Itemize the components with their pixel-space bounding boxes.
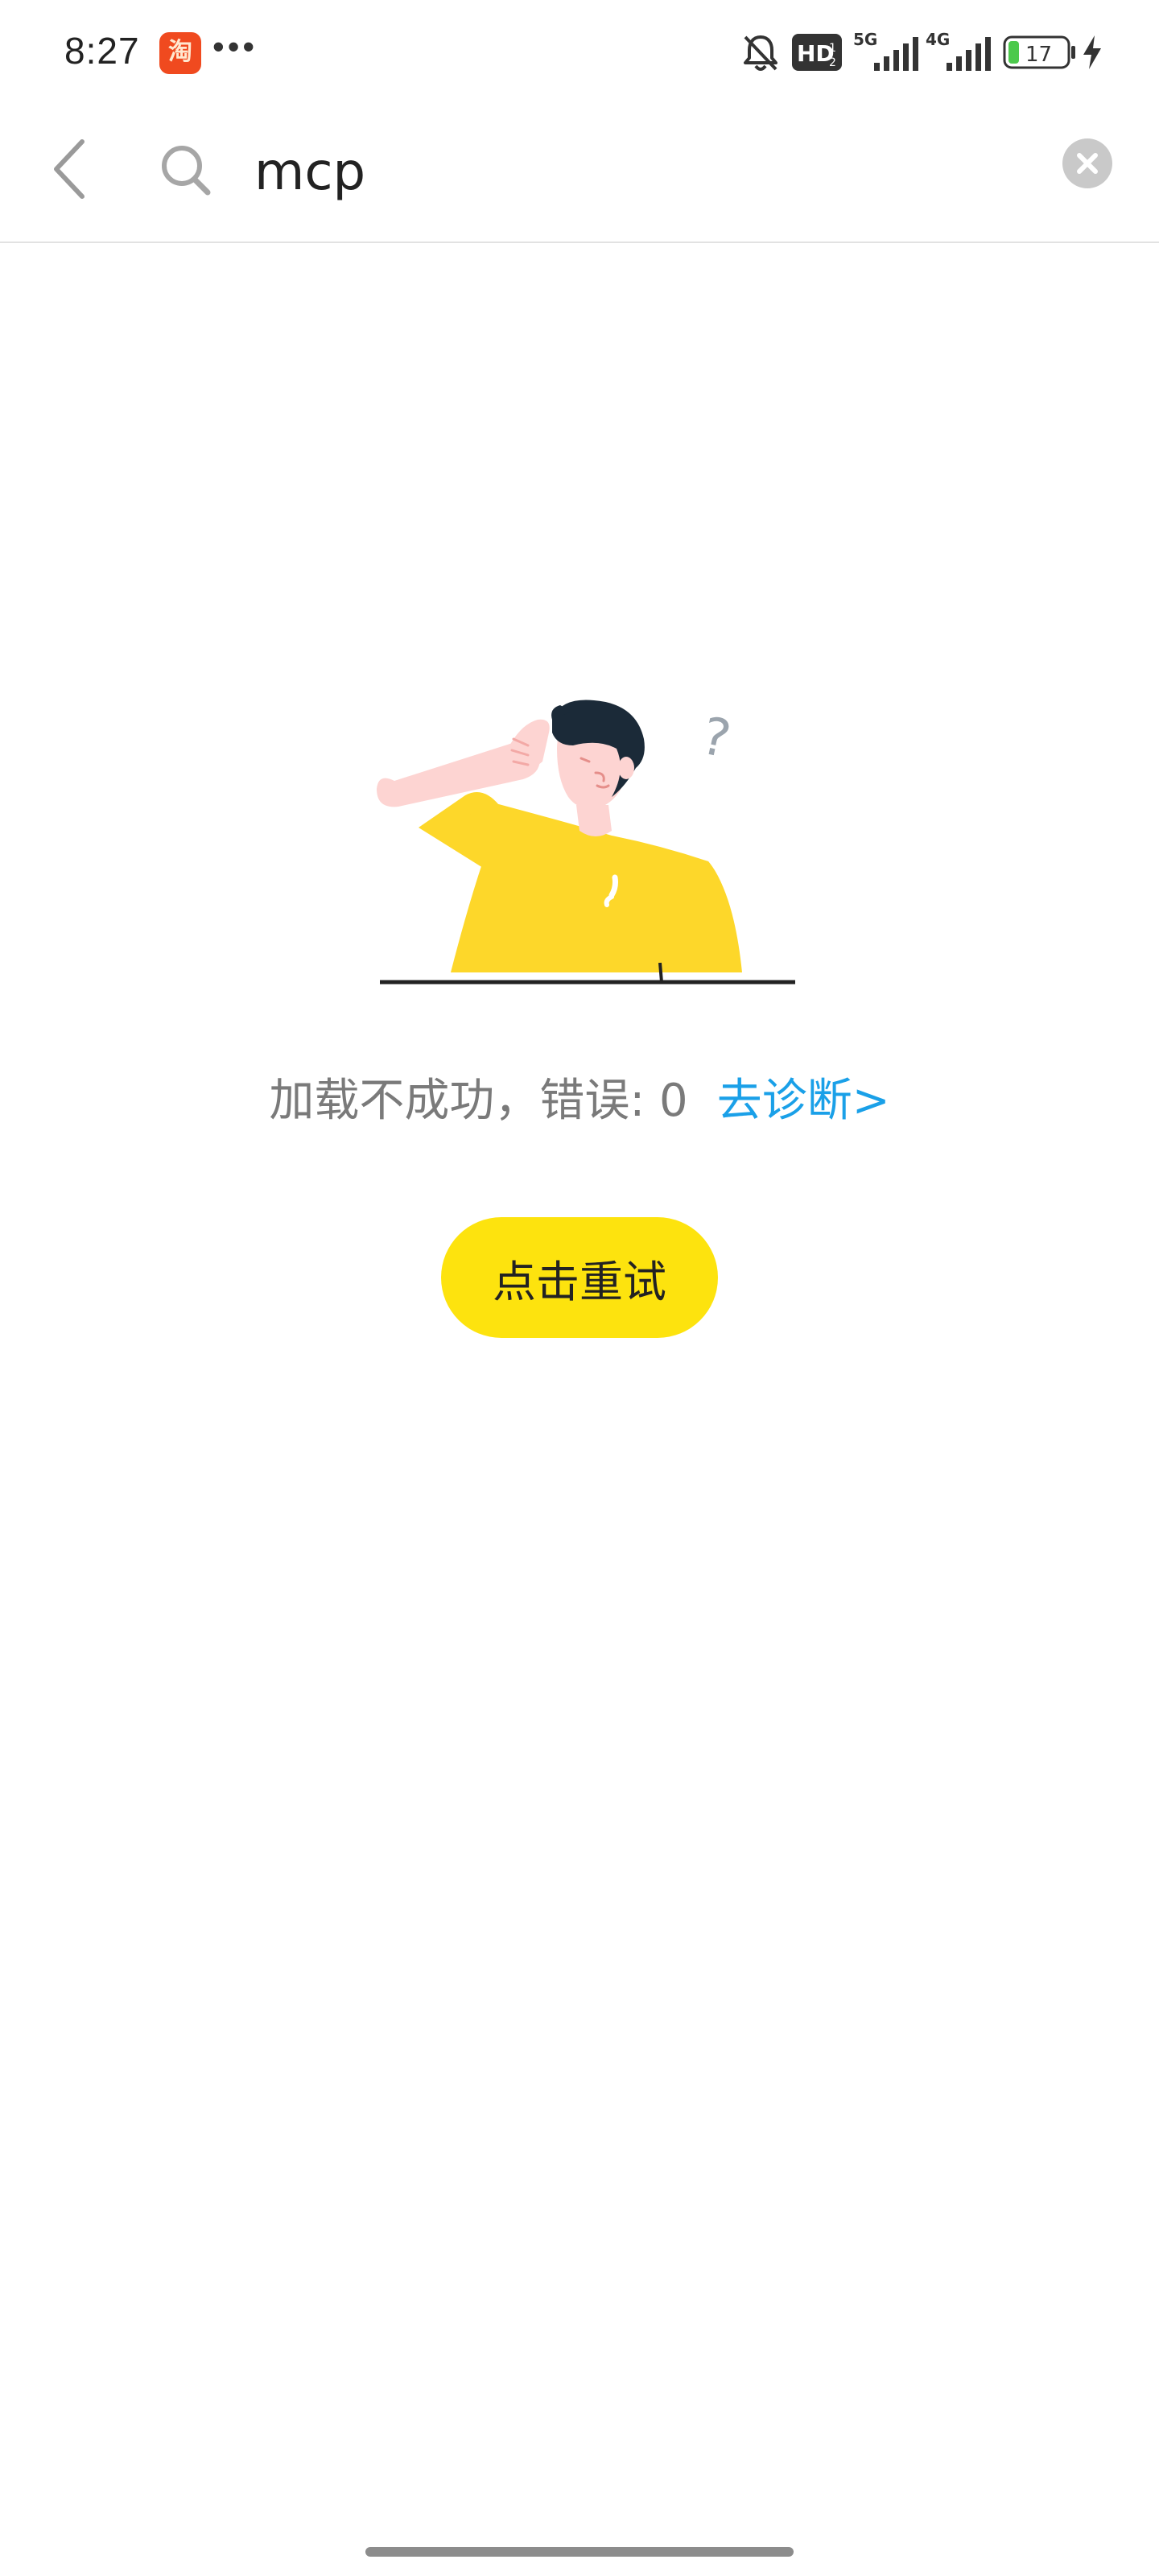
- error-message-row: 加载不成功，错误: 0 去诊断>: [0, 1064, 1159, 1129]
- back-button[interactable]: [40, 129, 105, 209]
- question-mark-icon: ?: [696, 707, 736, 770]
- svg-text:1: 1: [829, 42, 836, 55]
- confused-person-illustration: ?: [377, 700, 795, 985]
- diagnose-link[interactable]: 去诊断>: [717, 1075, 890, 1127]
- more-notifications-icon: •••: [212, 27, 258, 65]
- taobao-app-icon: 淘: [159, 32, 201, 74]
- back-arrow-icon: [54, 139, 85, 199]
- search-icon: [162, 146, 211, 196]
- signal-5g-icon: 5G: [853, 31, 918, 71]
- hd-icon: HD 1 2: [792, 34, 842, 71]
- charging-icon: [1083, 35, 1101, 69]
- mute-bell-icon: [744, 35, 777, 71]
- network-5g-label: 5G: [853, 31, 877, 49]
- battery-icon: 17: [1003, 35, 1075, 69]
- battery-level: 17: [1025, 43, 1052, 67]
- error-message: 加载不成功，错误: 0: [269, 1075, 688, 1127]
- network-4g-label: 4G: [926, 31, 950, 49]
- clear-button[interactable]: [1062, 138, 1112, 188]
- status-time: 8:27: [64, 30, 140, 72]
- status-bar: 8:27 淘 ••• HD 1 2 5G 4G 17: [0, 0, 1159, 105]
- svg-text:2: 2: [829, 56, 836, 69]
- retry-button[interactable]: 点击重试: [441, 1217, 718, 1338]
- clear-icon: [1077, 153, 1098, 174]
- search-header: [0, 105, 1159, 243]
- signal-4g-icon: 4G: [926, 31, 991, 71]
- home-indicator[interactable]: [365, 2547, 794, 2557]
- search-input[interactable]: [254, 134, 1027, 211]
